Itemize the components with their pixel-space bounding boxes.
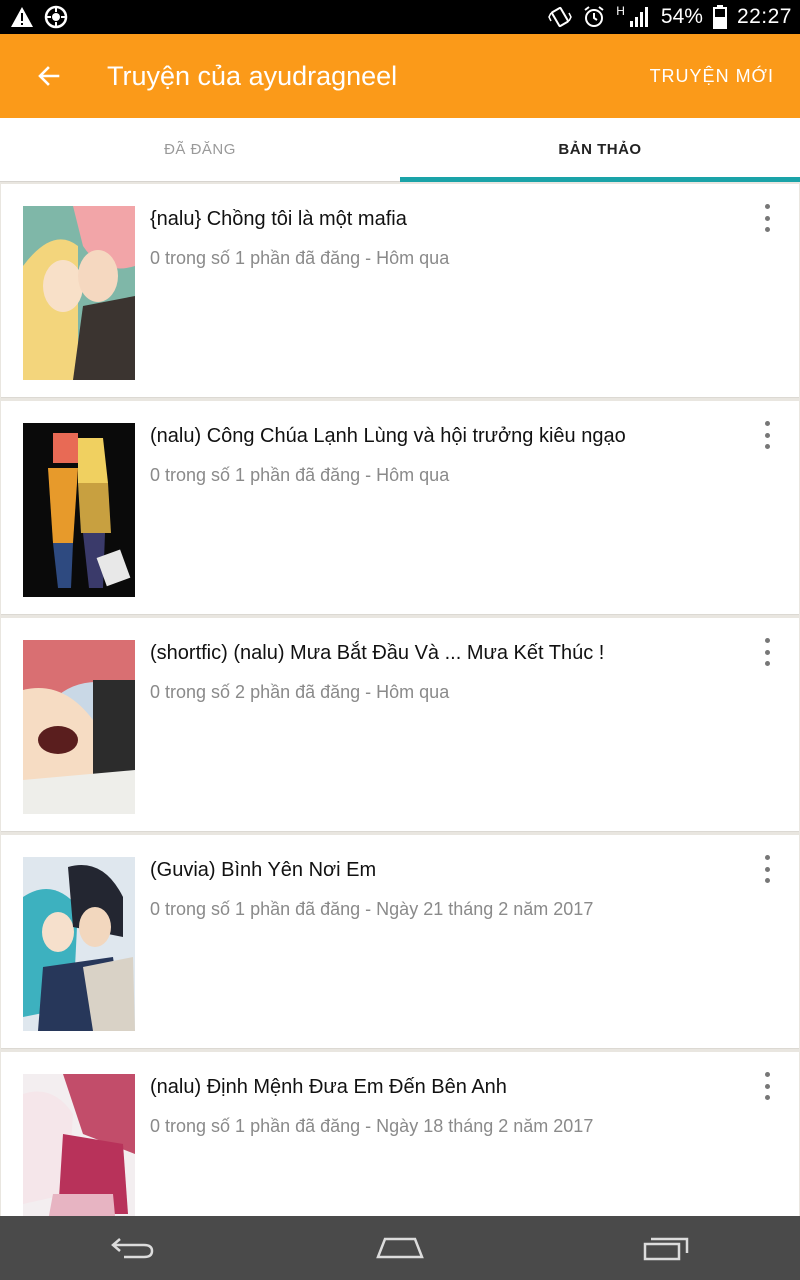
tab-drafts[interactable]: BẢN THẢO bbox=[400, 118, 800, 182]
status-bar: H 54% 22:27 bbox=[0, 0, 800, 34]
nav-back-button[interactable] bbox=[93, 1223, 173, 1273]
alarm-icon bbox=[584, 6, 604, 27]
system-nav-bar bbox=[0, 1216, 800, 1280]
tab-bar: ĐÃ ĐĂNG BẢN THẢO bbox=[0, 118, 800, 182]
story-meta: 0 trong số 2 phần đã đăng - Hôm qua bbox=[150, 682, 450, 702]
back-icon bbox=[111, 1238, 154, 1259]
story-cover bbox=[23, 206, 135, 380]
more-options-button[interactable] bbox=[761, 638, 773, 666]
nav-home-button[interactable] bbox=[360, 1223, 440, 1273]
tab-published[interactable]: ĐÃ ĐĂNG bbox=[0, 118, 400, 181]
story-list: {nalu} Chồng tôi là một mafia 0 trong số… bbox=[0, 184, 800, 1269]
home-icon bbox=[376, 1237, 424, 1259]
vibrate-icon bbox=[548, 6, 573, 28]
status-left bbox=[10, 5, 68, 29]
app-bar: Truyện của ayudragneel TRUYỆN MỚI bbox=[0, 34, 800, 118]
story-meta: 0 trong số 1 phần đã đăng - Hôm qua bbox=[150, 248, 450, 268]
story-title: (Guvia) Bình Yên Nơi Em bbox=[150, 859, 377, 881]
more-options-button[interactable] bbox=[761, 855, 773, 883]
story-item[interactable]: (nalu) Công Chúa Lạnh Lùng và hội trưởng… bbox=[1, 401, 799, 615]
more-options-button[interactable] bbox=[761, 1072, 773, 1100]
story-item[interactable]: (shortfic) (nalu) Mưa Bắt Đầu Và ... Mưa… bbox=[1, 618, 799, 832]
story-cover bbox=[23, 640, 135, 814]
back-button[interactable] bbox=[36, 63, 62, 89]
recents-icon bbox=[643, 1237, 688, 1261]
page-title: Truyện của ayudragneel bbox=[107, 60, 398, 91]
battery-percent: 54% bbox=[660, 5, 703, 28]
story-title: {nalu} Chồng tôi là một mafia bbox=[150, 208, 407, 230]
more-options-button[interactable] bbox=[761, 421, 773, 449]
story-item[interactable]: (Guvia) Bình Yên Nơi Em 0 trong số 1 phầ… bbox=[1, 835, 799, 1049]
warning-icon bbox=[11, 7, 33, 27]
nav-recents-button[interactable] bbox=[627, 1223, 707, 1273]
sync-icon bbox=[44, 5, 68, 29]
story-title: (shortfic) (nalu) Mưa Bắt Đầu Và ... Mưa… bbox=[150, 642, 605, 664]
arrow-left-icon bbox=[38, 66, 60, 86]
status-right: H 54% 22:27 bbox=[548, 4, 792, 29]
story-meta: 0 trong số 1 phần đã đăng - Ngày 21 thán… bbox=[150, 899, 594, 919]
story-cover bbox=[23, 857, 135, 1031]
story-title: (nalu) Công Chúa Lạnh Lùng và hội trưởng… bbox=[150, 425, 626, 447]
more-options-button[interactable] bbox=[761, 204, 773, 232]
battery-icon bbox=[712, 5, 727, 29]
story-item[interactable]: {nalu} Chồng tôi là một mafia 0 trong số… bbox=[1, 184, 799, 398]
signal-icon bbox=[629, 7, 648, 27]
new-story-button[interactable]: TRUYỆN MỚI bbox=[650, 66, 774, 87]
story-meta: 0 trong số 1 phần đã đăng - Ngày 18 thán… bbox=[150, 1116, 594, 1136]
story-title: (nalu) Định Mệnh Đưa Em Đến Bên Anh bbox=[150, 1076, 507, 1098]
network-type: H bbox=[616, 4, 625, 18]
story-meta: 0 trong số 1 phần đã đăng - Hôm qua bbox=[150, 465, 450, 485]
story-cover bbox=[23, 423, 135, 597]
clock: 22:27 bbox=[736, 5, 792, 28]
